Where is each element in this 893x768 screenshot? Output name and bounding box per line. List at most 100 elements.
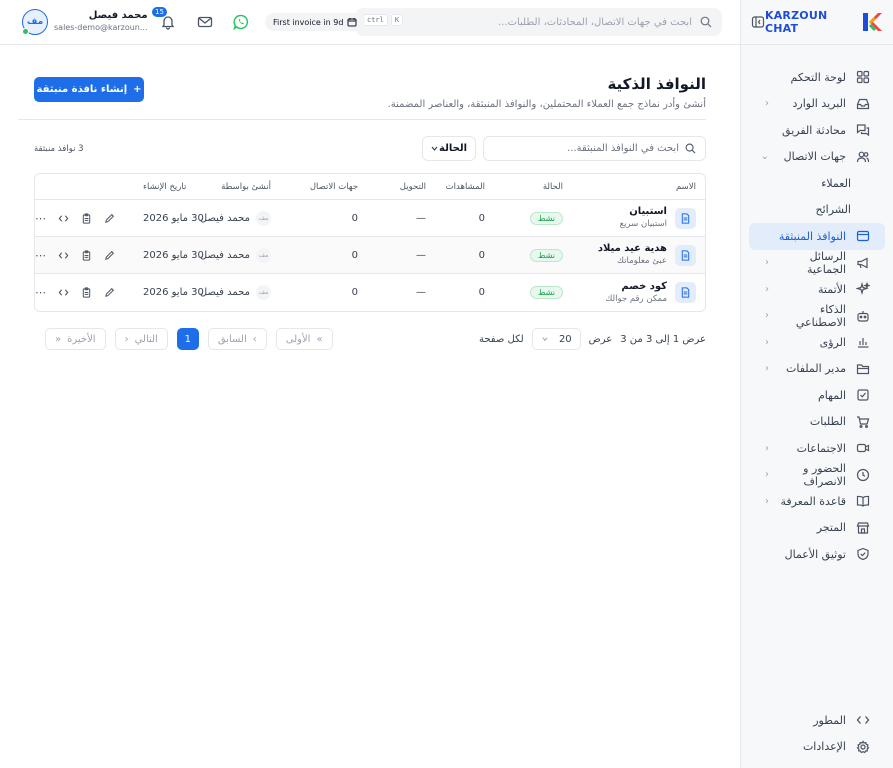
book-icon — [856, 494, 870, 508]
sidebar-item-meetings[interactable]: الاجتماعات ‹ — [749, 435, 885, 462]
creator: مف محمد فيصل — [200, 210, 271, 226]
per-page-value: 20 — [558, 333, 572, 345]
sidebar-item-settings[interactable]: الإعدادات — [749, 734, 885, 761]
column-header-contacts[interactable]: جهات الاتصال — [310, 174, 358, 200]
sidebar-item-business-verification[interactable]: توثيق الأعمال — [749, 541, 885, 568]
next-page-button[interactable]: التالي ‹ — [114, 328, 168, 350]
avatar: مف — [256, 247, 271, 263]
status-badge: نشط — [530, 248, 563, 262]
first-page-button[interactable]: » الأولى — [275, 328, 333, 350]
mail-icon[interactable] — [197, 14, 213, 30]
pagination-info: عرض 1 إلى 3 من 3 عرض 20 لكل صفحة — [479, 328, 706, 350]
global-search-input[interactable]: ابحث في جهات الاتصال، المحادثات، الطلبات… — [355, 8, 722, 36]
sidebar-item-inbox[interactable]: البريد الوارد ‹ — [749, 91, 885, 118]
contacts-cell: 0 — [352, 200, 358, 236]
views-value: 0 — [478, 249, 485, 261]
inbox-icon — [856, 97, 870, 111]
creator-cell: مف محمد فيصل — [200, 274, 271, 311]
brand-name: KARZOUN CHAT — [765, 9, 828, 35]
first-page-label: الأولى — [285, 333, 311, 345]
more-options-icon[interactable]: ⋯ — [35, 249, 46, 262]
views-cell: 0 — [479, 200, 485, 236]
whatsapp-icon[interactable] — [233, 14, 249, 30]
shortcut-key-k: K — [390, 14, 404, 26]
clipboard-icon[interactable] — [81, 287, 92, 298]
sidebar-item-tasks[interactable]: المهام — [749, 382, 885, 409]
sidebar-item-segments[interactable]: الشرائح — [749, 197, 885, 224]
sidebar-item-label: جهات الاتصال — [783, 150, 846, 164]
contacts-icon — [856, 150, 870, 164]
search-shortcut: ctrl K — [363, 14, 404, 26]
status-cell: نشط — [530, 237, 563, 273]
notifications-bell-icon[interactable]: 15 — [152, 7, 176, 30]
per-page-select[interactable]: 20 — [531, 328, 581, 350]
sidebar-item-store[interactable]: المتجر — [749, 515, 885, 542]
sidebar-item-popups[interactable]: النوافذ المنبثقة — [749, 223, 885, 250]
actions-cell: ⋯ — [35, 200, 115, 236]
sidebar-item-ai[interactable]: الذكاء الاصطناعي ‹ — [749, 303, 885, 330]
more-options-icon[interactable]: ⋯ — [35, 286, 46, 299]
megaphone-icon — [856, 256, 870, 270]
invoice-reminder[interactable]: First invoice in 9d — [265, 13, 366, 31]
sidebar-item-broadcasts[interactable]: الرسائل الجماعية ‹ — [749, 250, 885, 277]
sidebar-item-label: قاعدة المعرفة — [780, 494, 846, 508]
page-title: النوافذ الذكية — [607, 75, 706, 93]
sidebar-item-team-chat[interactable]: محادثة الفريق — [749, 117, 885, 144]
popup-name[interactable]: كود خصم — [605, 281, 667, 293]
edit-icon[interactable] — [104, 250, 115, 261]
sidebar-item-automation[interactable]: الأتمتة ‹ — [749, 276, 885, 303]
views-cell: 0 — [479, 237, 485, 273]
sidebar-item-developer[interactable]: المطور — [749, 707, 885, 734]
column-header-conversion[interactable]: التحويل — [400, 174, 426, 200]
popup-name[interactable]: هدية عيد ميلاد — [598, 243, 667, 255]
create-popup-button[interactable]: + إنشاء نافذة منبثقة — [34, 77, 144, 102]
user-menu[interactable]: محمد فيصل sales-demo@karzoun... مف — [22, 9, 148, 35]
clipboard-icon[interactable] — [81, 249, 92, 261]
column-header-views[interactable]: المشاهدات — [446, 174, 485, 200]
table-row[interactable]: استبيان استبيان سريع نشط 0 — 0 مف محمد في… — [35, 200, 705, 237]
sidebar-bottom: المطور الإعدادات — [741, 707, 893, 760]
code-icon — [856, 713, 870, 727]
column-header-status[interactable]: الحالة — [543, 174, 563, 200]
embed-code-icon[interactable] — [58, 213, 69, 224]
last-page-button[interactable]: الأخيرة « — [45, 328, 106, 350]
clipboard-icon[interactable] — [81, 212, 92, 224]
more-options-icon[interactable]: ⋯ — [35, 212, 46, 225]
table-row[interactable]: كود خصم ممكن رقم جوالك نشط 0 — 0 مف محمد … — [35, 274, 705, 311]
sidebar-item-attendance[interactable]: الحضور و الانصراف ‹ — [749, 462, 885, 489]
page-1-button[interactable]: 1 — [176, 328, 199, 350]
sidebar-item-knowledge-base[interactable]: قاعدة المعرفة ‹ — [749, 488, 885, 515]
previous-page-button[interactable]: › السابق — [207, 328, 267, 350]
status-filter-select[interactable]: الحالة — [422, 136, 476, 161]
sidebar-item-label: المتجر — [816, 521, 846, 535]
edit-icon[interactable] — [104, 287, 115, 298]
popup-search-input[interactable]: ابحث في النوافذ المنبثقة... — [483, 136, 706, 161]
popup-name[interactable]: استبيان — [620, 206, 667, 218]
sidebar-item-dashboard[interactable]: لوحة التحكم — [749, 64, 885, 91]
sidebar-item-file-manager[interactable]: مدير الملفات ‹ — [749, 356, 885, 383]
invoice-text: First invoice in 9d — [273, 17, 344, 27]
table-row[interactable]: هدية عيد ميلاد عبئ معلوماتك نشط 0 — 0 مف… — [35, 237, 705, 274]
chevron-left-icon: ‹ — [765, 283, 769, 295]
robot-icon — [856, 309, 870, 323]
sidebar-item-label: الرسائل الجماعية — [807, 249, 846, 276]
embed-code-icon[interactable] — [58, 250, 69, 261]
brand[interactable]: KARZOUN CHAT — [765, 9, 883, 35]
conversion-value: — — [416, 287, 426, 298]
embed-code-icon[interactable] — [58, 287, 69, 298]
column-header-created-by[interactable]: أنشئ بواسطة — [221, 174, 271, 200]
sidebar-item-orders[interactable]: الطلبات — [749, 409, 885, 436]
show-label: عرض — [588, 333, 613, 345]
cart-icon — [856, 415, 870, 429]
sidebar-item-contacts[interactable]: جهات الاتصال ⌄ — [749, 144, 885, 171]
column-header-name[interactable]: الاسم — [676, 174, 696, 200]
sidebar-item-insights[interactable]: الرؤى ‹ — [749, 329, 885, 356]
clock-icon — [856, 468, 870, 482]
sidebar-item-label: البريد الوارد — [792, 97, 847, 111]
column-header-created-at[interactable]: تاريخ الإنشاء — [143, 174, 186, 200]
sidebar-item-customers[interactable]: العملاء — [749, 170, 885, 197]
plus-icon: + — [133, 84, 142, 95]
collapse-sidebar-icon[interactable] — [751, 15, 765, 29]
avatar[interactable]: مف — [22, 9, 48, 35]
edit-icon[interactable] — [104, 213, 115, 224]
